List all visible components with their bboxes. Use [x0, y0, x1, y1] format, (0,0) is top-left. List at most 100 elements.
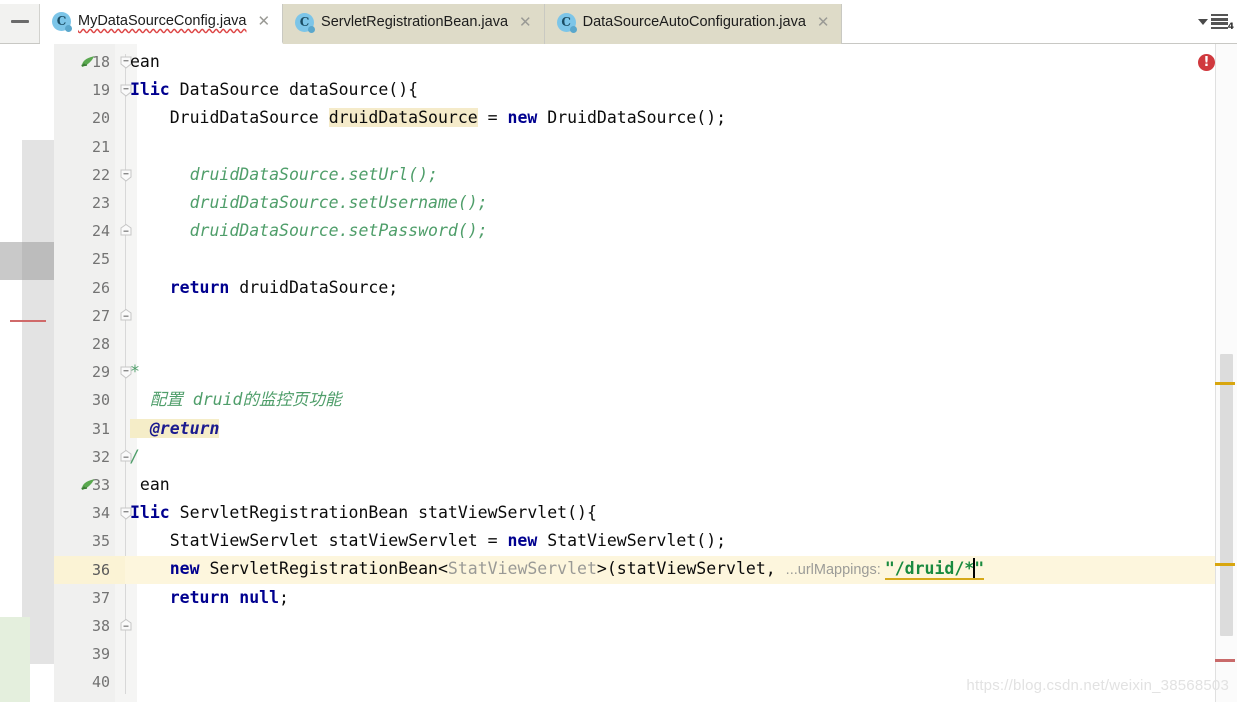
- code-text[interactable]: *: [130, 358, 140, 386]
- code-row-bg: [125, 697, 1237, 702]
- code-text[interactable]: еan: [130, 48, 160, 76]
- code-line-19[interactable]: 19 Ӏlic DataSource dataSource(){: [0, 76, 1237, 104]
- line-number: 32: [91, 447, 110, 466]
- close-icon[interactable]: ✕: [815, 14, 832, 30]
- code-text[interactable]: /: [130, 443, 140, 471]
- editor-tab-bar: C MyDataSourceConfig.java ✕ C ServletRegistr…: [0, 0, 1237, 44]
- code-token: new: [130, 559, 200, 579]
- line-number: 34: [91, 504, 110, 523]
- code-text[interactable]: 配置 druid的监控页功能: [130, 386, 342, 414]
- editor-tab-2[interactable]: C DataSourceAutoConfiguration.java ✕: [544, 0, 843, 44]
- code-token: Ӏlic: [130, 503, 180, 523]
- code-row-bg: [125, 584, 1237, 612]
- code-line-20[interactable]: 20 DruidDataSource druidDataSource = new…: [0, 104, 1237, 132]
- code-line-34[interactable]: 34 Ӏlic ServletRegistrationBean statViewS…: [0, 499, 1237, 527]
- close-icon[interactable]: ✕: [517, 14, 534, 30]
- code-text[interactable]: druidDataSource.setUsername();: [130, 189, 488, 217]
- code-token: @return: [130, 418, 220, 438]
- code-line-30[interactable]: 30 配置 druid的监控页功能: [0, 386, 1237, 414]
- code-row-bg: [125, 415, 1237, 443]
- code-line-23[interactable]: 23 druidDataSource.setUsername();: [0, 189, 1237, 217]
- code-line-25[interactable]: 25: [0, 245, 1237, 273]
- code-text[interactable]: return null;: [130, 584, 289, 612]
- code-line-27[interactable]: 27: [0, 302, 1237, 330]
- code-text[interactable]: @return: [130, 415, 220, 443]
- code-row-bg: [125, 612, 1237, 640]
- run-method-icon[interactable]: [78, 476, 97, 495]
- stripe-marker-warn[interactable]: [1215, 382, 1235, 385]
- editor-tab-1[interactable]: C ServletRegistrationBean.java ✕: [283, 0, 545, 44]
- stripe-marker-err[interactable]: [1215, 659, 1235, 662]
- code-line-24[interactable]: 24 druidDataSource.setPassword();: [0, 217, 1237, 245]
- code-token: ServletRegistrationBean statViewServlet(…: [179, 503, 597, 523]
- code-line-28[interactable]: 28: [0, 330, 1237, 358]
- line-number: 27: [91, 306, 110, 325]
- code-text[interactable]: StatViewServlet statViewServlet = new St…: [130, 527, 726, 555]
- code-row-bg: [125, 471, 1237, 499]
- code-token: /: [130, 446, 140, 466]
- line-number: 35: [91, 532, 110, 551]
- code-token: StatViewServlet statViewServlet =: [130, 531, 508, 551]
- code-row-bg: [125, 48, 1237, 76]
- code-line-29[interactable]: 29 *: [0, 358, 1237, 386]
- code-line-33[interactable]: 33 еan: [0, 471, 1237, 499]
- code-token: DruidDataSource: [130, 108, 329, 128]
- stripe-marker-warn[interactable]: [1215, 563, 1235, 566]
- code-text[interactable]: Ӏlic ServletRegistrationBean statViewSer…: [130, 499, 597, 527]
- code-editor[interactable]: 18 еan 19 Ӏlic DataSource dataSource(){20 D…: [0, 44, 1237, 702]
- line-number: 24: [91, 222, 110, 241]
- code-line-26[interactable]: 26 return druidDataSource;: [0, 274, 1237, 302]
- tab-list-icon[interactable]: 4: [1211, 14, 1234, 32]
- fold-end-icon[interactable]: [118, 308, 134, 324]
- vertical-scrollbar-thumb[interactable]: [1220, 354, 1233, 636]
- code-text[interactable]: return druidDataSource;: [130, 274, 399, 302]
- code-text[interactable]: DruidDataSource druidDataSource = new Dr…: [130, 104, 726, 132]
- line-number: 25: [91, 250, 110, 269]
- line-number: 41: [54, 697, 110, 702]
- code-token: druidDataSource.setUsername();: [130, 193, 488, 212]
- code-line-31[interactable]: 31 @return: [0, 415, 1237, 443]
- code-line-32[interactable]: 32 /: [0, 443, 1237, 471]
- line-number: 23: [91, 194, 110, 212]
- editor-tab-label: ServletRegistrationBean.java: [321, 14, 509, 30]
- code-token: ServletRegistrationBean<: [199, 559, 448, 579]
- code-row-bg: [125, 302, 1237, 330]
- line-number: 20: [91, 109, 110, 128]
- editor-tab-0[interactable]: C MyDataSourceConfig.java ✕: [40, 0, 284, 44]
- code-text[interactable]: Ӏlic DataSource dataSource(){: [130, 76, 418, 104]
- code-token: return null: [130, 587, 280, 607]
- code-text[interactable]: druidDataSource.setUrl();: [130, 161, 438, 189]
- code-line-38[interactable]: 38: [0, 612, 1237, 640]
- minimize-button[interactable]: [0, 0, 40, 43]
- code-row-bg: [125, 330, 1237, 358]
- code-line-41[interactable]: 41: [0, 697, 1237, 702]
- code-line-22[interactable]: 22 druidDataSource.setUrl();: [0, 161, 1237, 189]
- code-line-18[interactable]: 18 еan: [0, 48, 1237, 76]
- code-token: 配置 druid的监控页功能: [130, 390, 342, 410]
- line-number: 37: [91, 588, 110, 607]
- editor-tab-label: MyDataSourceConfig.java: [78, 13, 247, 29]
- line-number: 22: [91, 165, 110, 184]
- code-token: new: [507, 108, 538, 128]
- code-token: return: [130, 277, 230, 297]
- fold-end-icon[interactable]: [118, 618, 134, 634]
- watermark: https://blog.csdn.net/weixin_38568503: [966, 677, 1229, 694]
- code-text[interactable]: new ServletRegistrationBean<StatViewServ…: [130, 555, 985, 584]
- code-token: *: [130, 362, 140, 382]
- code-token: =: [477, 108, 508, 128]
- code-line-35[interactable]: 35 StatViewServlet statViewServlet = new…: [0, 527, 1237, 555]
- code-text[interactable]: еan: [130, 471, 170, 499]
- error-count-badge[interactable]: !: [1198, 54, 1215, 71]
- code-token: ...urlMappings:: [785, 562, 885, 579]
- code-row-bg: [125, 443, 1237, 471]
- minimize-icon: [10, 20, 29, 23]
- code-line-21[interactable]: 21: [0, 133, 1237, 161]
- chevron-down-icon[interactable]: [1198, 18, 1208, 25]
- run-method-icon[interactable]: [78, 53, 97, 72]
- code-line-39[interactable]: 39: [0, 640, 1237, 668]
- code-line-37[interactable]: 37 return null;: [0, 584, 1237, 612]
- code-line-36[interactable]: 36 new ServletRegistrationBean<StatViewS…: [0, 555, 1237, 584]
- code-text[interactable]: druidDataSource.setPassword();: [130, 217, 488, 245]
- line-number: 30: [91, 391, 110, 410]
- close-icon[interactable]: ✕: [255, 13, 272, 29]
